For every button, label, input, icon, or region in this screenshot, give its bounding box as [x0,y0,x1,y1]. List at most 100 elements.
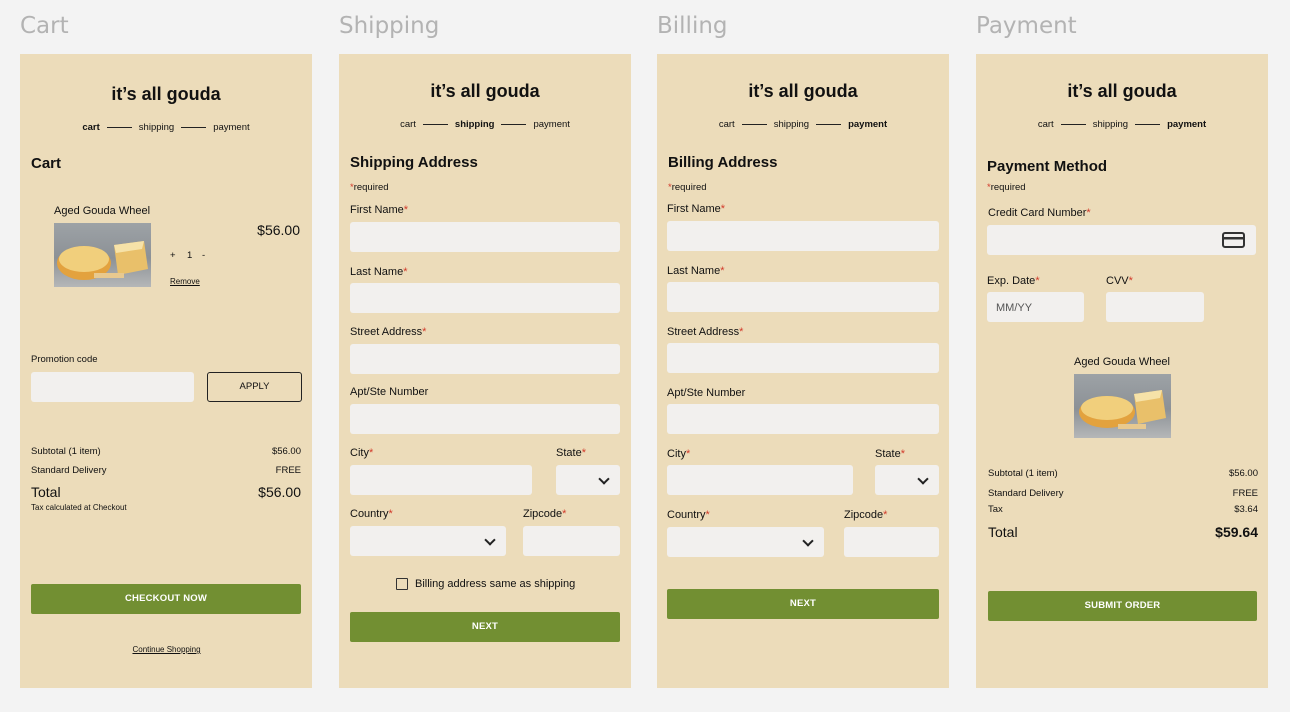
card-number-label-text: Credit Card Number [988,207,1087,219]
zipcode-label: Zipcode* [523,508,566,520]
step-cart: cart [400,119,416,130]
cart-heading: Cart [31,155,62,172]
country-label-text: Country [667,509,706,521]
required-asterisk: * [883,509,888,521]
last-name-label: Last Name* [350,266,407,278]
cart-item-name: Aged Gouda Wheel [54,205,151,217]
cvv-field[interactable] [1106,292,1204,322]
required-asterisk: * [368,447,374,459]
required-note-text: required [353,182,389,193]
required-note-text: required [990,182,1026,193]
zipcode-field[interactable] [844,527,939,557]
required-asterisk: * [562,508,567,520]
subtotal-value: $56.00 [271,446,301,457]
country-select[interactable] [350,526,506,556]
continue-shopping-link[interactable]: Continue Shopping [20,645,312,654]
step-cart: cart [1037,119,1054,130]
country-label-text: Country [350,508,389,520]
promo-label: Promotion code [31,354,98,365]
checkout-steps: cart shipping payment [339,119,631,130]
required-asterisk: * [403,204,409,216]
billing-next-button[interactable]: NEXT [667,589,939,619]
apply-button[interactable]: APPLY [207,372,302,402]
total-label: Total [988,524,1018,540]
city-label: City* [667,448,690,460]
first-name-field[interactable] [667,221,939,251]
required-asterisk: * [720,265,725,277]
step-payment: payment [213,122,250,133]
shipping-heading: Shipping Address [350,154,478,171]
submit-order-button[interactable]: SUBMIT ORDER [988,591,1257,621]
step-divider [181,127,207,128]
billing-panel: it’s all gouda cart shipping payment Bil… [657,54,949,688]
cheese-image [1074,374,1171,438]
step-divider [106,127,132,128]
cart-item-price: $56.00 [257,222,300,238]
cvv-label-text: CVV [1106,275,1129,287]
city-label: City* [350,447,373,459]
total-label: Total [31,484,61,500]
subtotal-row: Subtotal (1 item) $56.00 [31,446,301,457]
subtotal-label: Subtotal (1 item) [31,446,101,457]
continue-shopping-label: Continue Shopping [132,645,201,654]
total-row: Total $59.64 [988,524,1258,540]
required-note: *required [987,182,1026,193]
apt-field[interactable] [350,404,620,434]
brand-title: it’s all gouda [1067,81,1177,101]
billing-same-checkbox[interactable] [396,578,408,590]
exp-date-placeholder: MM/YY [996,302,1033,314]
checkout-button[interactable]: CHECKOUT NOW [31,584,301,614]
zipcode-field[interactable] [523,526,620,556]
checkout-steps: cart shipping payment [20,122,312,133]
brand-title: it’s all gouda [430,81,540,101]
street-field[interactable] [667,343,939,373]
subtotal-row: Subtotal (1 item) $56.00 [988,468,1258,479]
last-name-field[interactable] [350,283,620,313]
zipcode-label: Zipcode* [844,509,887,521]
required-asterisk: * [1128,275,1133,287]
checkout-steps: cart shipping payment [976,119,1268,130]
city-field[interactable] [667,465,853,495]
tax-row: Tax $3.64 [988,504,1258,515]
subtotal-value: $56.00 [1228,468,1258,479]
state-select[interactable] [556,465,620,495]
subtotal-label: Subtotal (1 item) [988,468,1058,479]
exp-date-label: Exp. Date* [987,275,1040,287]
shipping-next-button[interactable]: NEXT [350,612,620,642]
tax-note: Tax calculated at Checkout [31,503,127,512]
promo-input[interactable] [31,372,194,402]
city-label-text: City [350,447,369,459]
required-note: *required [668,182,707,193]
first-name-label-text: First Name [350,204,404,216]
last-name-field[interactable] [667,282,939,312]
exp-date-field[interactable]: MM/YY [987,292,1084,322]
billing-same-label: Billing address same as shipping [415,578,576,590]
remove-link[interactable]: Remove [170,277,200,286]
first-name-field[interactable] [350,222,620,252]
state-label: State* [556,447,586,459]
country-label: Country* [667,509,710,521]
total-value: $56.00 [258,484,301,500]
state-label-text: State [875,448,901,460]
country-select[interactable] [667,527,824,557]
required-asterisk: * [705,509,710,521]
first-name-label: First Name* [350,204,408,216]
qty-increase-button[interactable]: + [170,250,176,261]
step-shipping: shipping [454,119,495,130]
required-asterisk: * [422,326,427,338]
apt-field[interactable] [667,404,939,434]
street-field[interactable] [350,344,620,374]
step-shipping: shipping [1092,119,1129,130]
first-name-label-text: First Name [667,203,721,215]
card-number-field[interactable] [987,225,1256,255]
state-select[interactable] [875,465,939,495]
required-asterisk: * [685,448,691,460]
step-divider [1135,124,1161,125]
city-field[interactable] [350,465,532,495]
qty-decrease-button[interactable]: - [202,250,205,261]
step-divider [1060,124,1086,125]
payment-heading: Payment Method [987,158,1108,175]
delivery-value: FREE [1232,488,1258,499]
step-divider [422,124,448,125]
street-label-text: Street Address [667,326,740,338]
